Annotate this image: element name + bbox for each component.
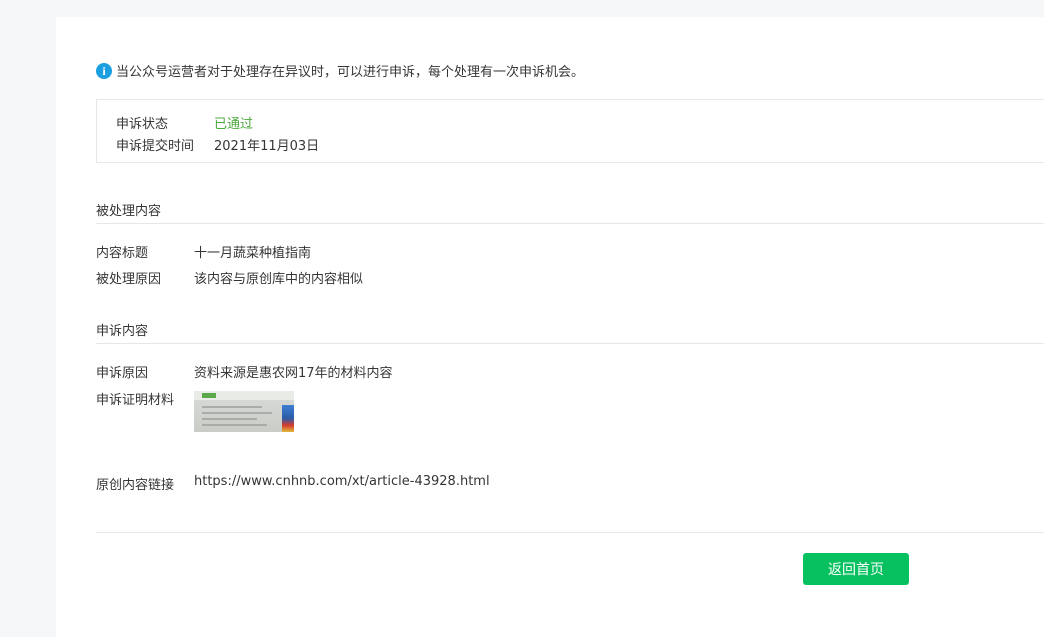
content-title-value: 十一月蔬菜种植指南 xyxy=(194,246,312,261)
appeal-divider xyxy=(96,343,1044,344)
original-link-label: 原创内容链接 xyxy=(96,478,175,493)
back-home-button[interactable]: 返回首页 xyxy=(803,553,909,585)
thumb-text-line xyxy=(202,412,272,414)
appeal-state-row: 申诉状态 已通过 xyxy=(116,113,253,132)
appeal-proof-row: 申诉证明材料 xyxy=(96,389,194,408)
appeal-state-value: 已通过 xyxy=(214,117,254,132)
appeal-detail-card: i 当公众号运营者对于处理存在异议时，可以进行申诉，每个处理有一次申诉机会。 申… xyxy=(56,17,1044,637)
original-link-row: 原创内容链接 https://www.cnhnb.com/xt/article-… xyxy=(96,474,490,493)
processed-reason-label: 被处理原因 xyxy=(96,272,162,287)
appeal-time-value: 2021年11月03日 xyxy=(214,139,320,154)
thumb-logo xyxy=(202,393,216,398)
content-title-label: 内容标题 xyxy=(96,246,149,261)
appeal-time-label: 申诉提交时间 xyxy=(116,139,195,154)
processed-section-title: 被处理内容 xyxy=(96,204,162,219)
processed-divider xyxy=(96,223,1044,224)
processed-reason-row: 被处理原因 该内容与原创库中的内容相似 xyxy=(96,268,363,287)
thumb-side-banner xyxy=(282,405,294,432)
thumb-text-line xyxy=(202,406,262,408)
appeal-status-box: 申诉状态 已通过 申诉提交时间 2021年11月03日 xyxy=(96,99,1044,163)
appeal-section-title: 申诉内容 xyxy=(96,324,149,339)
appeal-notice: i 当公众号运营者对于处理存在异议时，可以进行申诉，每个处理有一次申诉机会。 xyxy=(96,61,584,80)
info-icon: i xyxy=(96,62,112,79)
appeal-state-label: 申诉状态 xyxy=(116,117,169,132)
appeal-reason-value: 资料来源是惠农网17年的材料内容 xyxy=(194,366,393,381)
footer-divider xyxy=(96,532,1044,533)
appeal-time-row: 申诉提交时间 2021年11月03日 xyxy=(116,135,319,154)
thumb-text-line xyxy=(202,418,257,420)
appeal-reason-row: 申诉原因 资料来源是惠农网17年的材料内容 xyxy=(96,362,393,381)
appeal-reason-label: 申诉原因 xyxy=(96,366,149,381)
notice-text: 当公众号运营者对于处理存在异议时，可以进行申诉，每个处理有一次申诉机会。 xyxy=(116,65,585,80)
proof-image-thumbnail[interactable] xyxy=(194,391,294,432)
appeal-proof-label: 申诉证明材料 xyxy=(96,393,175,408)
original-link-value[interactable]: https://www.cnhnb.com/xt/article-43928.h… xyxy=(194,474,490,493)
processed-reason-value: 该内容与原创库中的内容相似 xyxy=(194,272,364,287)
content-title-row: 内容标题 十一月蔬菜种植指南 xyxy=(96,242,311,261)
thumb-text-line xyxy=(202,424,267,426)
